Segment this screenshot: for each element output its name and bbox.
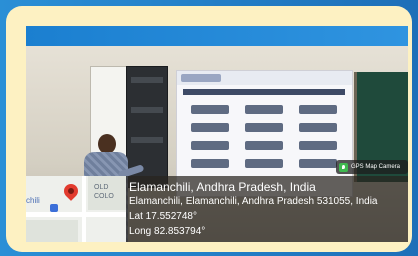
- gps-badge-label: GPS Map Camera: [351, 164, 401, 170]
- longitude: Long 82.853794°: [129, 226, 206, 237]
- screen-tile: [245, 105, 283, 114]
- screen-tile: [245, 141, 283, 150]
- screen-tile: [191, 105, 229, 114]
- screen-tile: [245, 123, 283, 132]
- screen-logo: [181, 74, 221, 82]
- location-address: Elamanchili, Elamanchili, Andhra Pradesh…: [129, 196, 378, 207]
- screen-tile: [191, 159, 229, 168]
- screen-header: [177, 71, 352, 85]
- gps-camera-icon: [339, 162, 348, 172]
- location-pin-icon: [61, 181, 81, 201]
- screen-tile: [299, 105, 337, 114]
- location-title: Elamanchili, Andhra Pradesh, India: [129, 180, 316, 194]
- location-map: chili OLD COLO: [26, 176, 126, 242]
- cabinet-shelf: [131, 77, 163, 83]
- screen-tile: [299, 123, 337, 132]
- screen-nav-bar: [183, 89, 345, 95]
- screen-tile: [245, 159, 283, 168]
- bus-stop-icon: [50, 204, 58, 212]
- screen-tile: [299, 141, 337, 150]
- location-overlay: Elamanchili, Andhra Pradesh, India Elama…: [126, 176, 408, 242]
- gps-map-camera-badge: GPS Map Camera: [336, 160, 408, 174]
- map-road: [82, 176, 86, 242]
- map-road: [26, 212, 126, 217]
- latitude: Lat 17.552748°: [129, 211, 197, 222]
- screen-tile: [191, 141, 229, 150]
- map-label-area: OLD: [94, 184, 109, 191]
- screen-tile: [191, 123, 229, 132]
- cabinet-shelf: [131, 107, 163, 113]
- map-label-area: COLO: [94, 193, 114, 200]
- cabinet-shelf: [131, 137, 163, 143]
- screen-tile: [299, 159, 337, 168]
- map-block: [26, 220, 78, 242]
- top-banner: [26, 26, 408, 46]
- person-head: [98, 134, 116, 154]
- map-label-town: chili: [26, 196, 40, 205]
